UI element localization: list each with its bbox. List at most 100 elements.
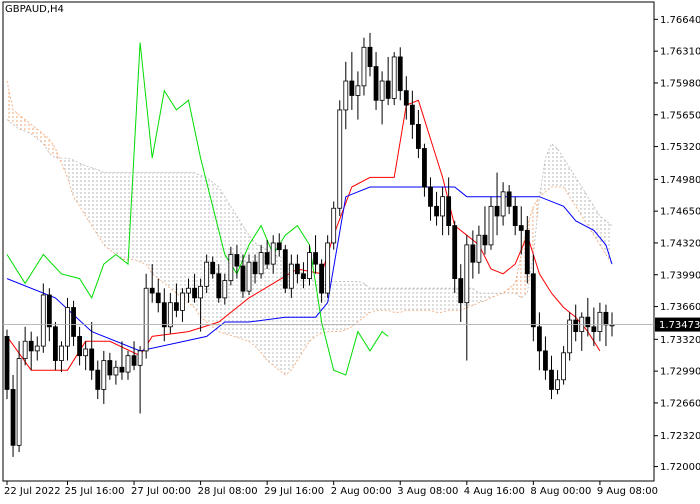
candle — [343, 61, 349, 130]
candle — [428, 177, 433, 221]
candle-body — [470, 244, 476, 263]
candle — [101, 350, 107, 404]
candle-body — [349, 80, 355, 96]
cloud-segment — [406, 288, 413, 311]
candle — [530, 254, 536, 342]
cloud-segment — [345, 281, 352, 330]
cloud-segment — [394, 288, 401, 313]
candle — [65, 297, 70, 361]
y-tick-label: 1.74650 — [660, 207, 700, 218]
candle — [46, 288, 52, 342]
y-tick-label: 1.76640 — [660, 15, 700, 26]
candle-body — [240, 265, 246, 292]
chart-container: 1.76640 1.76310 1.75980 1.75650 1.75320 1.749… — [0, 0, 700, 500]
candle — [500, 182, 506, 226]
cloud-segment — [442, 288, 449, 313]
candle-body — [222, 280, 228, 299]
candle-body — [71, 307, 76, 337]
candle-body — [555, 379, 560, 390]
candle — [282, 244, 288, 294]
candle-body — [59, 345, 64, 361]
candle-body — [288, 263, 294, 289]
candle-body — [325, 242, 331, 294]
candle — [603, 304, 609, 347]
candle — [373, 52, 379, 110]
candle — [161, 288, 167, 342]
x-tick-label: 2 Aug 00:00 — [331, 486, 392, 497]
candle-body — [4, 336, 10, 390]
candle — [482, 206, 488, 255]
cloud-segment — [376, 288, 383, 311]
candle — [53, 321, 58, 371]
cloud-segment — [382, 288, 389, 311]
cloud-segment — [388, 288, 395, 313]
candle — [16, 341, 22, 453]
cloud-segment — [188, 172, 195, 308]
candle — [119, 341, 125, 380]
candle-body — [458, 278, 464, 304]
candle-body — [549, 369, 554, 390]
candle — [113, 360, 119, 385]
cloud-segment — [267, 249, 274, 366]
candle-body — [543, 350, 548, 371]
candle-body — [131, 355, 137, 366]
candles — [4, 32, 615, 457]
candle-body — [609, 324, 615, 327]
cloud-segment — [491, 293, 498, 298]
candle-body — [385, 80, 391, 99]
candle — [180, 288, 185, 322]
cloud-segment — [158, 172, 165, 284]
candle — [597, 302, 603, 342]
candle-body — [77, 336, 82, 357]
cloud-segment — [297, 268, 304, 361]
cloud-segment — [97, 169, 104, 245]
cloud-segment — [357, 281, 364, 322]
candle — [325, 235, 331, 298]
candle-body — [464, 244, 470, 304]
cloud-segment — [212, 182, 219, 332]
candle-body — [301, 273, 306, 280]
candle — [397, 47, 403, 101]
candle-body — [476, 234, 482, 263]
candle-body — [28, 340, 34, 352]
candle-body — [428, 186, 433, 207]
y-tick-label: 1.73990 — [660, 270, 700, 281]
cloud-segment — [593, 206, 600, 245]
candle — [337, 100, 343, 216]
candle — [34, 336, 40, 361]
x-tick-label: 28 Jul 08:00 — [198, 486, 258, 497]
candle-body — [34, 345, 40, 352]
cloud-segment — [61, 158, 68, 178]
candle-body — [282, 249, 288, 289]
y-tick-label: 1.72990 — [660, 367, 700, 378]
candle — [476, 225, 482, 274]
x-tick-label: 8 Aug 00:00 — [530, 486, 591, 497]
candle — [512, 196, 518, 236]
candle-body — [83, 348, 89, 357]
candle — [95, 360, 101, 400]
candle-body — [137, 350, 143, 366]
candle — [573, 304, 579, 342]
cloud-segment — [146, 172, 153, 274]
candle — [452, 220, 458, 294]
cloud-segment — [569, 167, 576, 207]
cloud-segment — [140, 172, 147, 265]
candle — [313, 235, 318, 274]
candle-body — [573, 319, 579, 333]
candle-body — [415, 124, 421, 149]
candle-body — [603, 311, 609, 326]
candle-body — [373, 66, 379, 101]
candle-body — [391, 56, 397, 99]
cloud-segment — [430, 288, 437, 313]
cloud-segment — [412, 288, 419, 311]
cloud-segment — [121, 172, 128, 260]
candle — [422, 143, 427, 197]
candle-body — [180, 292, 185, 311]
cloud-segment — [605, 220, 612, 265]
y-tick-label: 1.74320 — [660, 238, 700, 249]
y-tick-label: 1.76310 — [660, 47, 700, 58]
candle-body — [591, 326, 597, 333]
candle-body — [252, 261, 258, 275]
candle-body — [216, 273, 222, 299]
candle-body — [537, 326, 542, 352]
